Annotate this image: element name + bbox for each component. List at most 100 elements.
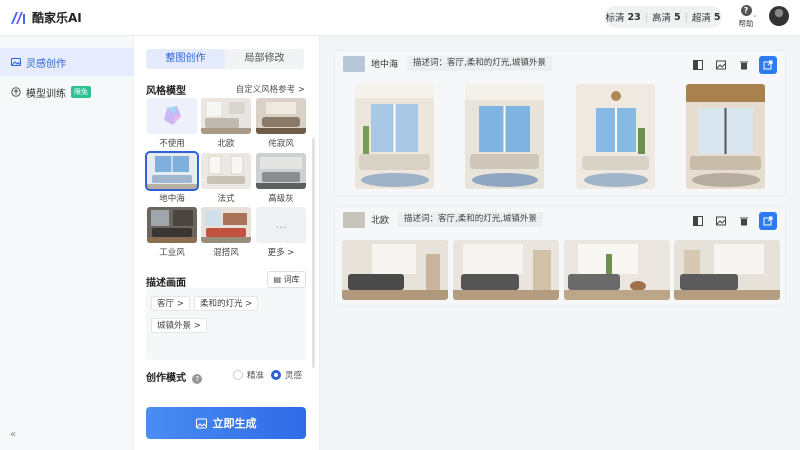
radio-precise[interactable] (233, 370, 243, 380)
style-tile-more[interactable]: ... (256, 207, 306, 243)
result-image[interactable] (342, 240, 448, 300)
quota-uhd-label: 超清 (691, 13, 711, 24)
style-tile-nordic[interactable] (201, 98, 251, 134)
delete-button[interactable] (735, 56, 753, 74)
style-label: 高级灰 (268, 194, 294, 204)
result-card-nordic: 北欧 描述词：客厅,柔和的灯光,城镇外景 (334, 206, 786, 306)
style-tile-premium-gray[interactable] (256, 153, 306, 189)
result-image[interactable] (686, 84, 765, 189)
generate-label: 立即生成 (212, 417, 257, 430)
image-edit-button[interactable] (712, 56, 730, 74)
split-view-icon (693, 216, 703, 226)
result-image[interactable] (564, 240, 670, 300)
book-icon: ▤ (273, 275, 281, 284)
result-style-name: 地中海 (371, 60, 399, 70)
result-image[interactable] (453, 240, 559, 300)
quota-sd-label: 标清 (605, 13, 625, 24)
share-icon (763, 60, 773, 70)
radio-inspiration-label: 灵感 (285, 371, 303, 381)
creation-mode-title: 创作模式 (146, 373, 186, 384)
lexicon-button[interactable]: ▤ 词库 (267, 271, 306, 288)
split-view-icon (693, 60, 703, 70)
result-card-header: 北欧 描述词：客厅,柔和的灯光,城镇外景 (335, 207, 787, 233)
more-icon: ... (275, 218, 287, 231)
style-tile-industrial[interactable] (147, 207, 197, 243)
style-model-title: 风格模型 (146, 86, 186, 97)
tab-partial-edit[interactable]: 局部修改 (225, 49, 304, 69)
sidebar-item-label: 灵感创作 (26, 58, 66, 70)
help-label: 帮助 (738, 19, 754, 28)
image-icon (716, 216, 726, 226)
result-card-mediterranean: 地中海 描述词：客厅,柔和的灯光,城镇外景 (334, 50, 786, 196)
sidebar-item-label: 模型训练 (26, 88, 66, 100)
result-prompt: 描述词：客厅,柔和的灯光,城镇外景 (407, 56, 552, 71)
brand[interactable]: 酷家乐AI (10, 9, 82, 26)
chip-living-room[interactable]: 客厅 > (151, 296, 190, 311)
quota-uhd-count: 5 (713, 11, 721, 23)
radio-inspiration[interactable] (271, 370, 281, 380)
upload-icon (11, 87, 21, 97)
app-name: 酷家乐AI (32, 11, 82, 25)
sidebar-item-model-training[interactable]: 模型训练 限免 (0, 78, 133, 106)
question-icon[interactable]: ? (192, 374, 203, 384)
image-edit-button[interactable] (712, 212, 730, 230)
generate-button[interactable]: 立即生成 (146, 407, 306, 439)
share-button[interactable] (759, 212, 777, 230)
result-image[interactable] (465, 84, 544, 189)
description-box[interactable]: 客厅 > 柔和的灯光 > 城镇外景 > (146, 288, 306, 360)
quota-hd-label: 高清 (651, 13, 671, 24)
quota-sd-count: 23 (627, 11, 641, 23)
panel-scrollbar[interactable] (312, 138, 315, 368)
compare-button[interactable] (689, 56, 707, 74)
style-label: 法式 (217, 194, 235, 204)
style-label: 工业风 (159, 248, 185, 258)
free-badge: 限免 (71, 86, 91, 98)
avatar[interactable] (769, 6, 789, 26)
top-bar: 酷家乐AI 标清 23 | 高清 5 | 超清 5 ? 帮助 ⌄ (0, 0, 800, 36)
quota-counter[interactable]: 标清 23 | 高清 5 | 超清 5 (604, 6, 722, 28)
delete-button[interactable] (735, 212, 753, 230)
style-tile-french[interactable] (201, 153, 251, 189)
chevron-down-icon[interactable]: ⌄ (752, 11, 758, 19)
style-label: 更多 > (267, 248, 295, 258)
quota-hd-count: 5 (674, 11, 681, 23)
trash-icon (740, 217, 748, 226)
style-label: 混搭风 (213, 248, 239, 258)
image-icon (11, 58, 21, 66)
result-image[interactable] (576, 84, 655, 189)
image-icon (195, 418, 207, 428)
result-image[interactable] (355, 84, 434, 189)
image-icon (716, 60, 726, 70)
result-style-name: 北欧 (371, 216, 390, 226)
description-title: 描述画面 (146, 278, 186, 289)
logo-icon (11, 11, 25, 24)
collapse-sidebar-icon[interactable]: « (10, 429, 16, 440)
tab-full-image[interactable]: 整图创作 (146, 49, 225, 69)
creation-mode-row: 创作模式 ? 精准 灵感 (146, 369, 306, 384)
result-prompt: 描述词：客厅,柔和的灯光,城镇外景 (398, 212, 543, 227)
sidebar: 灵感创作 模型训练 限免 « (0, 36, 134, 450)
style-tile-wabi-sabi[interactable] (256, 98, 306, 134)
result-card-header: 地中海 描述词：客厅,柔和的灯光,城镇外景 (335, 51, 787, 77)
mode-tabs: 整图创作 局部修改 (146, 49, 304, 69)
sidebar-item-inspiration[interactable]: 灵感创作 (0, 48, 133, 76)
custom-style-link[interactable]: 自定义风格参考 > (236, 83, 305, 95)
compare-button[interactable] (689, 212, 707, 230)
trash-icon (740, 61, 748, 70)
style-tile-mixed[interactable] (201, 207, 251, 243)
share-button[interactable] (759, 56, 777, 74)
result-image[interactable] (674, 240, 780, 300)
style-label: 北欧 (217, 139, 235, 149)
style-label: 地中海 (159, 194, 185, 204)
style-tile-none[interactable] (147, 98, 197, 134)
settings-panel: 整图创作 局部修改 风格模型 自定义风格参考 > 不使用 北欧 侘寂风 地中海 … (134, 36, 320, 450)
share-icon (763, 216, 773, 226)
style-tile-mediterranean[interactable] (145, 151, 199, 191)
chip-town-view[interactable]: 城镇外景 > (151, 318, 207, 333)
style-label: 不使用 (159, 139, 185, 149)
radio-precise-label: 精准 (247, 371, 265, 381)
lexicon-label: 词库 (283, 275, 300, 284)
chip-soft-light[interactable]: 柔和的灯光 > (194, 296, 259, 311)
style-label: 侘寂风 (268, 139, 294, 149)
style-thumbnail (343, 56, 365, 72)
